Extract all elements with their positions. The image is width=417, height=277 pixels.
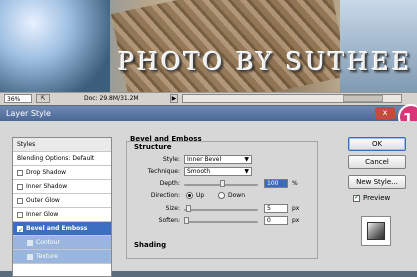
styles-header[interactable]: Styles [13, 138, 111, 152]
horizontal-scrollbar[interactable] [182, 94, 402, 103]
preview-checkbox[interactable] [353, 193, 360, 202]
texture-checkbox[interactable] [27, 253, 33, 260]
styles-list: Styles Blending Options: Default Drop Sh… [12, 137, 112, 277]
inner-glow-checkbox[interactable] [17, 211, 23, 218]
style-preview-swatch [361, 216, 391, 246]
size-slider[interactable] [184, 209, 258, 211]
soften-slider[interactable] [184, 221, 258, 223]
ok-button[interactable]: OK [348, 137, 406, 151]
tree-trunk-image [110, 0, 350, 92]
shading-title: Shading [134, 241, 167, 249]
style-label: Style: [162, 156, 180, 163]
depth-label: Depth: [159, 180, 180, 187]
depth-unit: % [292, 180, 298, 187]
depth-input[interactable]: 100 [264, 179, 288, 188]
sky-region [0, 0, 110, 92]
navigator-icon[interactable]: ⇱ [36, 94, 50, 103]
direction-down-label: Down [228, 192, 246, 199]
watermark-text: PHOTO BY SUTHEE [118, 48, 413, 76]
soften-label: Soften: [158, 217, 180, 224]
soften-unit: px [292, 217, 300, 224]
bevel-emboss-checkbox[interactable]: ✓ [17, 225, 23, 234]
scrollbar-thumb[interactable] [343, 95, 383, 102]
layer-style-dialog: Styles Blending Options: Default Drop Sh… [0, 121, 417, 277]
bevel-emboss-item[interactable]: ✓ Bevel and Emboss [13, 222, 111, 236]
size-unit: px [292, 205, 300, 212]
contour-item[interactable]: Contour [13, 236, 111, 250]
direction-down-radio[interactable] [218, 192, 225, 199]
soften-slider-handle[interactable] [184, 217, 189, 224]
direction-up-label: Up [196, 192, 205, 199]
direction-up-radio[interactable] [186, 192, 193, 199]
preview-toggle[interactable]: Preview [353, 193, 390, 202]
status-menu-arrow-icon[interactable]: ▶ [170, 94, 178, 103]
close-icon[interactable]: x [375, 107, 395, 119]
depth-slider-handle[interactable] [220, 180, 225, 187]
cancel-button[interactable]: Cancel [348, 155, 406, 169]
status-bar: 36% ⇱ Doc: 29.8M/31.2M ▶ [0, 92, 417, 105]
chevron-down-icon: ▼ [244, 168, 249, 175]
document-canvas: PHOTO BY SUTHEE [0, 0, 417, 92]
drop-shadow-checkbox[interactable] [17, 169, 23, 176]
drop-shadow-item[interactable]: Drop Shadow [13, 166, 111, 180]
size-input[interactable]: 5 [264, 204, 288, 213]
structure-title: Structure [134, 143, 172, 151]
inner-glow-item[interactable]: Inner Glow [13, 208, 111, 222]
dialog-title: Layer Style [6, 109, 51, 118]
chevron-down-icon: ▼ [244, 156, 249, 163]
technique-dropdown[interactable]: Smooth ▼ [184, 167, 252, 176]
inner-shadow-checkbox[interactable] [17, 183, 23, 190]
sky-region-right [340, 0, 417, 92]
preview-bevel-square [367, 222, 385, 240]
style-dropdown[interactable]: Inner Bevel ▼ [184, 155, 252, 164]
size-label: Size: [165, 205, 180, 212]
blending-options-item[interactable]: Blending Options: Default [13, 152, 111, 166]
zoom-field[interactable]: 36% [4, 94, 32, 103]
doc-size-info: Doc: 29.8M/31.2M [84, 95, 139, 102]
dialog-titlebar[interactable]: Layer Style x [0, 106, 417, 121]
soften-input[interactable]: 0 [264, 216, 288, 225]
size-slider-handle[interactable] [186, 205, 191, 212]
new-style-button[interactable]: New Style... [348, 175, 406, 189]
bevel-emboss-panel: Bevel and Emboss Structure Style: Inner … [126, 135, 318, 259]
texture-item[interactable]: Texture [13, 250, 111, 264]
outer-glow-checkbox[interactable] [17, 197, 23, 204]
contour-checkbox[interactable] [27, 239, 33, 246]
direction-label: Direction: [150, 192, 180, 199]
inner-shadow-item[interactable]: Inner Shadow [13, 180, 111, 194]
outer-glow-item[interactable]: Outer Glow [13, 194, 111, 208]
technique-label: Technique: [147, 168, 180, 175]
